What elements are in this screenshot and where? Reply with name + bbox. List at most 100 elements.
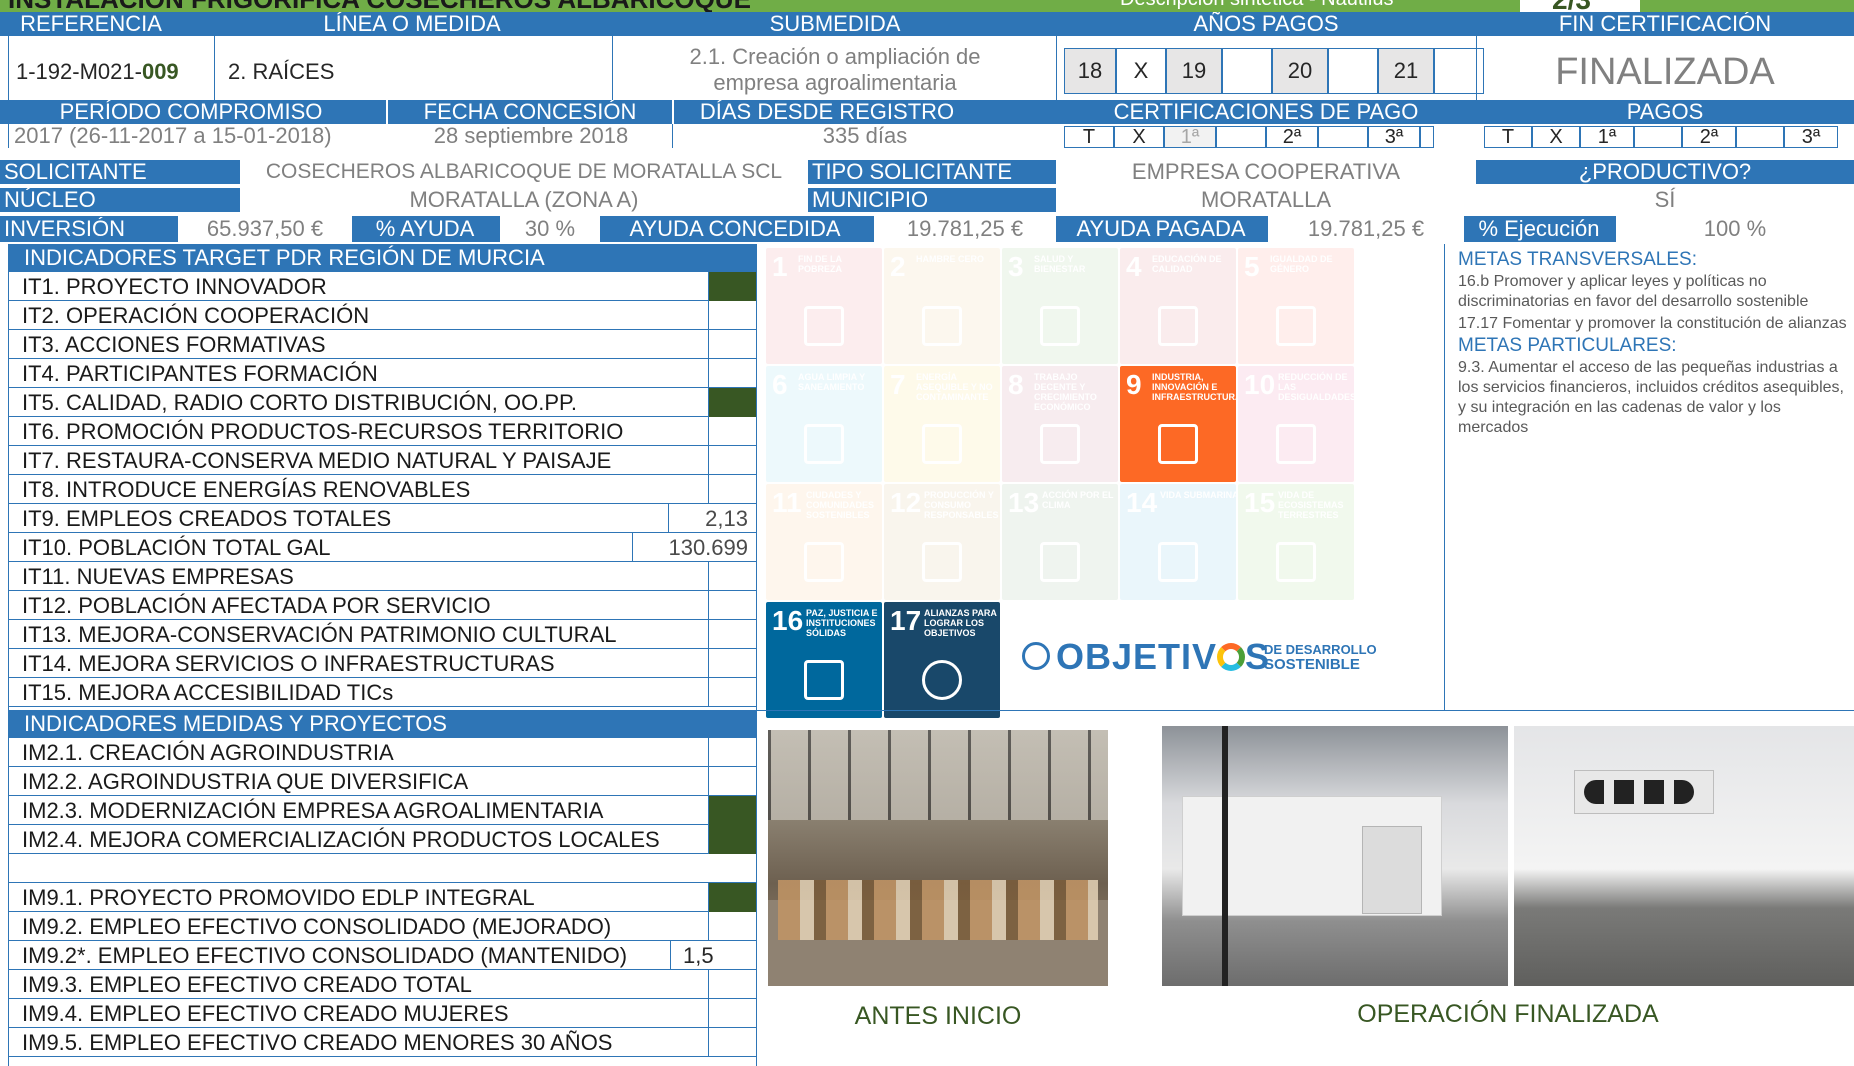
sdg-symbol-icon [922,306,962,346]
right-border [756,244,757,1066]
indicator-label: IM2.3. MODERNIZACIÓN EMPRESA AGROALIMENT… [22,798,604,823]
sdg-number: 10 [1244,369,1276,400]
linea-value: 2. RAÍCES [228,59,335,84]
sdg-tile-1: 1 FIN DE LA POBREZA [766,248,882,364]
ayuda-pagada-value: 19.781,25 € [1268,216,1464,242]
warehouse-roof [768,730,1108,820]
meta-transversal: 16.b Promover y aplicar leyes y política… [1458,273,1809,310]
indicator-check-empty [708,738,756,767]
label-ayuda-pagada: AYUDA PAGADA [1076,217,1246,241]
sdg-tile-5: 5 IGUALDAD DE GÉNERO [1238,248,1354,364]
sdg-label: PRODUCCIÓN Y CONSUMO RESPONSABLES [924,490,999,520]
sdg-tile-3: 3 SALUD Y BIENESTAR [1002,248,1118,364]
header-anos-pagos: AÑOS PAGOS [1193,12,1339,36]
indicator-label: IT4. PARTICIPANTES FORMACIÓN [22,361,378,386]
page-number-text: 2/3 [1552,0,1591,12]
sdg-number: 4 [1126,251,1142,282]
year-cell: 18 [1064,48,1116,94]
sdg-symbol-icon [1276,306,1316,346]
indicator-check-empty [708,649,756,678]
pagos-cell: 2ª [1682,126,1736,148]
indicator-label: IM9.2. EMPLEO EFECTIVO CONSOLIDADO (MEJO… [22,914,612,939]
inversion-value: 65.937,50 € [178,216,352,242]
indicator-check-filled [708,388,756,417]
indicator-label: IT11. NUEVAS EMPRESAS [22,564,294,589]
indicator-check-empty [708,562,756,591]
pagos-cell [1634,126,1682,148]
sdg-tile-17: 17 ALIANZAS PARA LOGRAR LOS OBJETIVOS [884,602,1000,718]
sdg-number: 15 [1244,487,1276,518]
cert-cell: 1ª [1164,126,1216,148]
metas-transversales-title: METAS TRANSVERSALES: [1458,249,1697,270]
indicator-label: IM9.5. EMPLEO EFECTIVO CREADO MENORES 30… [22,1030,613,1055]
periodo-value: 2017 (26-11-2017 a 15-01-2018) [14,123,332,148]
sdg-logo-main: OBJETIV S [1056,636,1271,677]
pagos-cell: 1ª [1580,126,1634,148]
fecha-value: 28 septiembre 2018 [433,123,629,148]
sdg-tile-14: 14 VIDA SUBMARINA [1120,484,1239,600]
indicator-label: IT5. CALIDAD, RADIO CORTO DISTRIBUCIÓN, … [22,390,577,415]
sdg-label: TRABAJO DECENTE Y CRECIMIENTO ECONÓMICO [1034,372,1097,412]
year-cell: 21 [1378,48,1434,94]
sdg-tile-15: 15 VIDA DE ECOSISTEMAS TERRESTRES [1238,484,1354,600]
indicator-label: IT9. EMPLEOS CREADOS TOTALES [22,506,392,531]
sdg-tile-13: 13 ACCIÓN POR EL CLIMA [1002,484,1118,600]
label-tipo: TIPO SOLICITANTE [808,160,1056,184]
indicator-row: IT1. PROYECTO INNOVADOR [8,272,756,301]
sdg-number: 9 [1126,369,1142,400]
sdg-symbol-icon [1276,542,1316,582]
sdg-symbol-icon [1158,306,1198,346]
sdg-label: FIN DE LA POBREZA [798,254,843,274]
indicator-check-empty [708,999,756,1028]
indicator-check-empty [708,446,756,475]
indicator-row: IT3. ACCIONES FORMATIVAS [8,330,756,359]
sdg-label: ALIANZAS PARA LOGRAR LOS OBJETIVOS [924,608,997,638]
indicator-check-empty [708,301,756,330]
indicator-check-filled [708,825,756,854]
cert-cell [1318,126,1368,148]
indicator-row: IT15. MEJORA ACCESIBILIDAD TICs [8,678,756,707]
indicator-value: 2,13 [668,504,756,533]
indicator-label: IT3. ACCIONES FORMATIVAS [22,332,326,357]
sdg-number: 6 [772,369,788,400]
sdg-number: 2 [890,251,906,282]
photo-operacion-finalizada-2 [1514,726,1854,986]
cert-cell: 2ª [1266,126,1318,148]
meta-transversal: 17.17 Fomentar y promover la constitució… [1458,315,1847,332]
sdg-number: 1 [772,251,788,282]
ayuda-pct-value: 30 % [500,216,600,242]
indicator-check-empty [708,417,756,446]
label-ejecucion: % Ejecución [1478,217,1600,241]
indicator-check-empty [708,970,756,999]
photo-antes-inicio [768,730,1108,986]
header-submedida: SUBMEDIDA [769,12,901,36]
indicator-row: IT7. RESTAURA-CONSERVA MEDIO NATURAL Y P… [8,446,756,475]
pillar [1222,726,1228,986]
sdg-number: 16 [772,605,804,636]
sdg-symbol-icon [1040,542,1080,582]
dias-value: 335 días [822,123,908,148]
sdg-number: 11 [772,487,802,518]
sdg-tile-9: 9 INDUSTRIA, INNOVACIÓN E INFRAESTRUCTURA [1120,366,1242,482]
label-inversion: INVERSIÓN [4,217,126,241]
indicator-label: IT1. PROYECTO INNOVADOR [22,274,327,299]
sdg-tile-4: 4 EDUCACIÓN DE CALIDAD [1120,248,1236,364]
indicator-label: IM9.4. EMPLEO EFECTIVO CREADO MUJERES [22,1001,509,1026]
indicator-row: IM9.4. EMPLEO EFECTIVO CREADO MUJERES [8,999,756,1028]
sdg-number: 8 [1008,369,1024,400]
sdg-tile-2: 2 HAMBRE CERO [884,248,1000,364]
indicator-label: IT8. INTRODUCE ENERGÍAS RENOVABLES [22,477,471,502]
indicator-check-filled [708,883,756,912]
sdg-number: 17 [890,605,922,636]
pagos-cell: 3ª [1784,126,1838,148]
sdg-symbol-icon [1040,424,1080,464]
label-productivo: ¿PRODUCTIVO? [1476,160,1854,184]
indicator-label: IM9.1. PROYECTO PROMOVIDO EDLP INTEGRAL [22,885,535,910]
header-dias: DÍAS DESDE REGISTRO [699,100,955,124]
sdg-label: VIDA SUBMARINA [1160,490,1239,500]
header-fin-certificacion: FIN CERTIFICACIÓN [1558,12,1772,36]
page-title: INSTALACIÓN FRIGORÍFICA COSECHEROS ALBAR… [8,0,751,12]
sdg-label: HAMBRE CERO [916,254,985,264]
fin-certificacion-value: FINALIZADA [1555,51,1775,93]
municipio-value: MORATALLA [1201,187,1331,212]
